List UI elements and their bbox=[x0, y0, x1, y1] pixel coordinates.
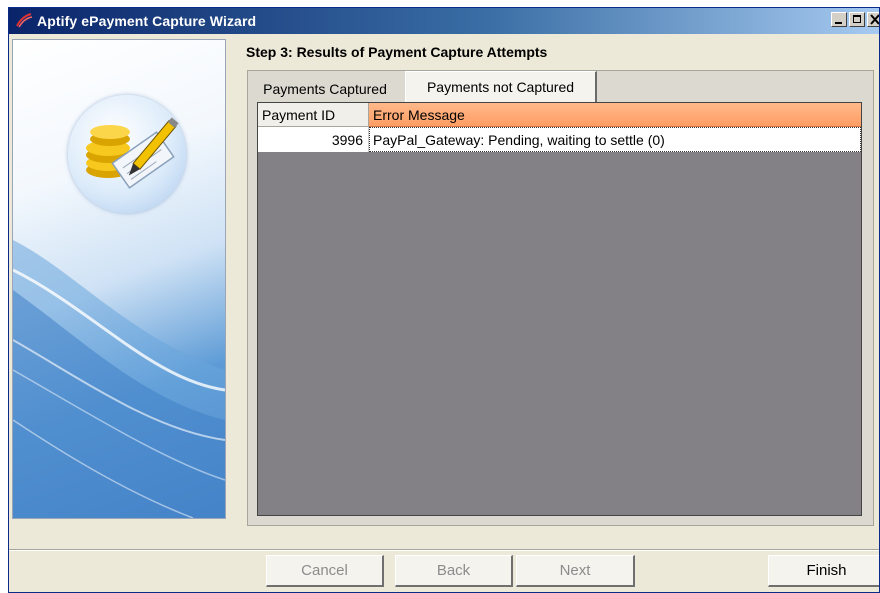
cancel-button[interactable]: Cancel bbox=[266, 555, 384, 587]
step-title: Step 3: Results of Payment Capture Attem… bbox=[246, 44, 548, 60]
minimize-icon[interactable] bbox=[831, 12, 847, 27]
coins-and-check-icon bbox=[68, 95, 186, 213]
table-row[interactable]: 3996 PayPal_Gateway: Pending, waiting to… bbox=[258, 127, 861, 152]
title-bar[interactable]: Aptify ePayment Capture Wizard bbox=[9, 8, 879, 34]
cell-error-message[interactable]: PayPal_Gateway: Pending, waiting to sett… bbox=[369, 127, 861, 152]
column-header-payment-id[interactable]: Payment ID bbox=[258, 103, 369, 127]
wizard-window: Aptify ePayment Capture Wizard Step 3: R… bbox=[8, 7, 880, 593]
column-header-error-message[interactable]: Error Message bbox=[369, 103, 861, 127]
button-separator bbox=[9, 549, 879, 551]
wizard-side-panel bbox=[12, 39, 226, 519]
close-icon[interactable] bbox=[867, 12, 879, 27]
window-title: Aptify ePayment Capture Wizard bbox=[37, 13, 257, 29]
back-button[interactable]: Back bbox=[395, 555, 513, 587]
grid-header: Payment ID Error Message bbox=[258, 103, 861, 127]
tab-payments-not-captured[interactable]: Payments not Captured bbox=[405, 71, 597, 102]
results-tab-control: Payments Captured Payments not Captured … bbox=[247, 70, 874, 526]
results-grid: Payment ID Error Message 3996 PayPal_Gat… bbox=[257, 102, 862, 516]
aptify-logo-icon bbox=[15, 12, 33, 30]
tab-payments-captured[interactable]: Payments Captured bbox=[250, 77, 400, 101]
maximize-icon[interactable] bbox=[849, 12, 865, 27]
next-button[interactable]: Next bbox=[516, 555, 635, 587]
cell-payment-id[interactable]: 3996 bbox=[258, 127, 369, 152]
finish-button[interactable]: Finish bbox=[768, 555, 879, 587]
